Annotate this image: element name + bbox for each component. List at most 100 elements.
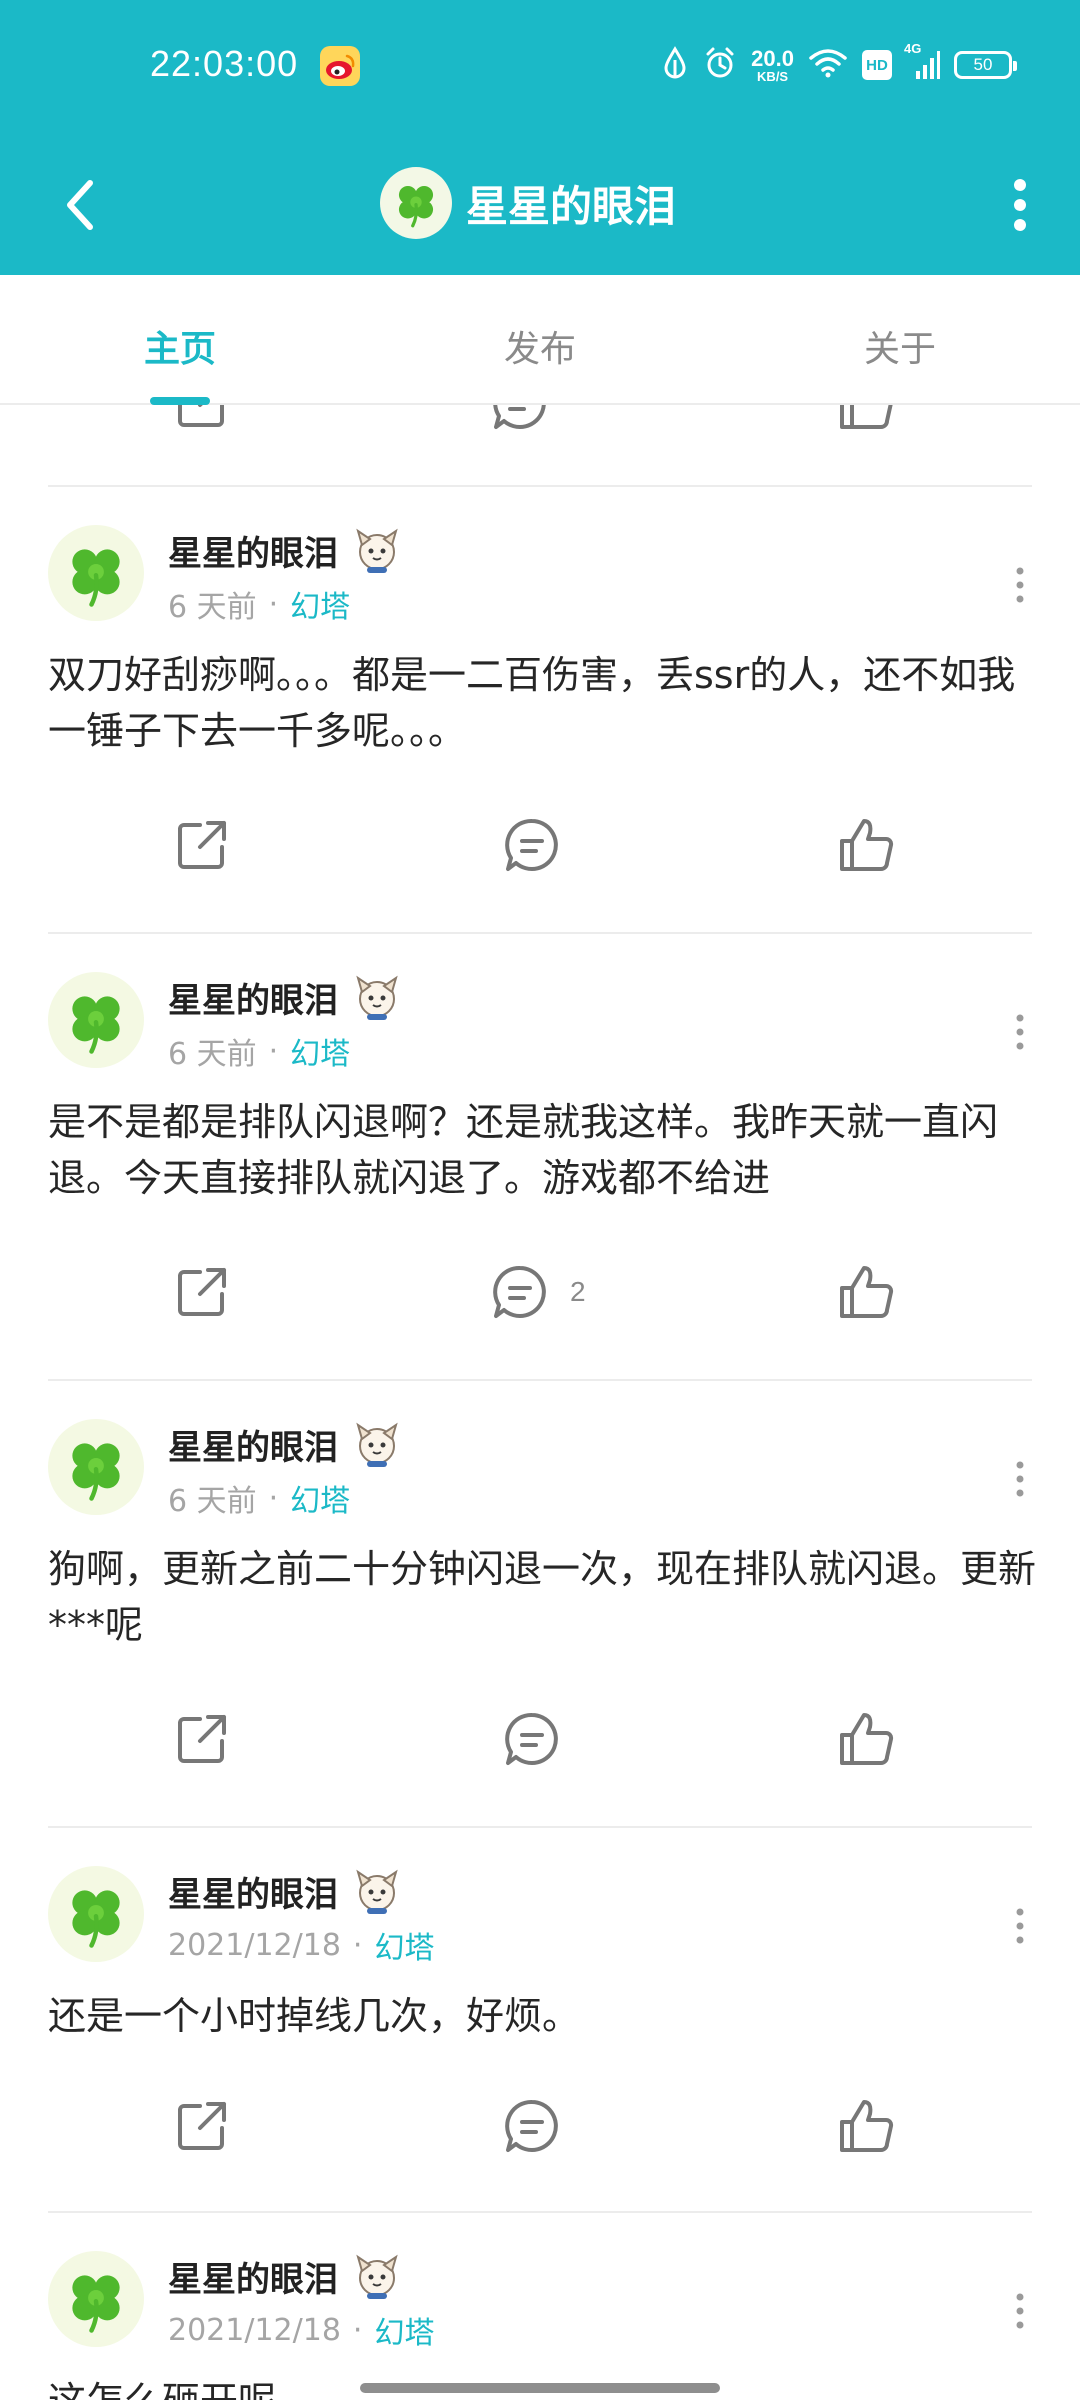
share-button[interactable]: [170, 1252, 234, 1332]
share-icon: [170, 405, 234, 435]
user-badge-icon: [350, 970, 404, 1024]
status-time: 22:03:00: [150, 43, 299, 84]
post-meta: 6 天前 · 幻塔: [168, 1029, 350, 1073]
more-vertical-icon: [1013, 1905, 1027, 1947]
previous-post-actions: [0, 405, 1080, 443]
share-button[interactable]: [170, 405, 234, 443]
game-tag[interactable]: 幻塔: [290, 582, 350, 626]
author-name[interactable]: 星星的眼泪: [168, 1420, 338, 1469]
post-more-button[interactable]: [1000, 1896, 1040, 1956]
like-button[interactable]: [834, 1699, 898, 1779]
post-meta: 2021/12/18 · 幻塔: [168, 1923, 434, 1967]
game-tag[interactable]: 幻塔: [290, 1476, 350, 1520]
game-tag[interactable]: 幻塔: [374, 1923, 434, 1967]
share-button[interactable]: [170, 1699, 234, 1779]
status-bar: 22:03:00 20.0 KB/S HD 4G 50: [0, 0, 1080, 135]
post-more-button[interactable]: [1000, 1449, 1040, 1509]
post-card[interactable]: 星星的眼泪 6 天前 · 幻塔 是不是都是排队闪退啊？还是就我这样。我昨天就一直…: [0, 934, 1080, 1379]
more-vertical-icon: [1013, 1458, 1027, 1500]
share-icon: [170, 1707, 234, 1771]
author-name[interactable]: 星星的眼泪: [168, 973, 338, 1022]
author-row: 星星的眼泪: [168, 972, 404, 1022]
comment-button[interactable]: [500, 2086, 582, 2166]
comment-button[interactable]: [500, 805, 582, 885]
data-saver-icon: [661, 46, 689, 84]
thumbs-up-icon: [834, 813, 898, 877]
author-avatar[interactable]: [48, 2251, 144, 2347]
post-text[interactable]: 是不是都是排队闪退啊？还是就我这样。我昨天就一直闪退。今天直接排队就闪退了。游戏…: [48, 1094, 1038, 1206]
post-actions: [0, 1699, 1080, 1779]
signal-label: 4G: [904, 41, 922, 56]
clover-icon: [60, 2263, 132, 2335]
wifi-icon: [808, 47, 848, 83]
title-avatar: [380, 167, 452, 239]
tab-publish[interactable]: 发布: [440, 320, 640, 372]
post-more-button[interactable]: [1000, 1002, 1040, 1062]
like-button[interactable]: [834, 2086, 898, 2166]
share-button[interactable]: [170, 805, 234, 885]
comment-button[interactable]: 2: [488, 1252, 586, 1332]
author-row: 星星的眼泪: [168, 525, 404, 575]
game-tag[interactable]: 幻塔: [374, 2308, 434, 2352]
meta-separator: ·: [352, 1927, 363, 1963]
title-bar: 星星的眼泪: [0, 135, 1080, 275]
author-row: 星星的眼泪: [168, 1419, 404, 1469]
post-more-button[interactable]: [1000, 2281, 1040, 2341]
home-indicator[interactable]: [360, 2383, 720, 2393]
more-options-button[interactable]: [980, 165, 1060, 245]
meta-separator: ·: [352, 2312, 363, 2348]
more-vertical-icon: [1013, 564, 1027, 606]
signal-icon: 4G: [904, 41, 940, 81]
comment-button[interactable]: [500, 1699, 582, 1779]
author-avatar[interactable]: [48, 972, 144, 1068]
clover-icon: [390, 177, 442, 229]
post-actions: [0, 2086, 1080, 2166]
post-actions: 2: [0, 1252, 1080, 1332]
post-time: 6 天前: [168, 1037, 257, 1072]
tab-home[interactable]: 主页: [80, 320, 280, 372]
post-text[interactable]: 还是一个小时掉线几次，好烦。: [48, 1988, 1038, 2044]
post-time: 2021/12/18: [168, 1927, 341, 1963]
like-button[interactable]: [834, 405, 898, 443]
like-button[interactable]: [834, 805, 898, 885]
post-text[interactable]: 双刀好刮痧啊。。。都是一二百伤害，丢ssr的人，还不如我一锤子下去一千多呢。。。: [48, 647, 1038, 759]
post-meta: 6 天前 · 幻塔: [168, 1476, 350, 1520]
share-icon: [170, 1260, 234, 1324]
page-title: 星星的眼泪: [466, 181, 677, 231]
author-avatar[interactable]: [48, 1419, 144, 1515]
author-name[interactable]: 星星的眼泪: [168, 2252, 338, 2301]
meta-separator: ·: [268, 1033, 279, 1069]
like-button[interactable]: [834, 1252, 898, 1332]
post-card[interactable]: 星星的眼泪 6 天前 · 幻塔 双刀好刮痧啊。。。都是一二百伤害，丢ssr的人，…: [0, 487, 1080, 932]
comment-button[interactable]: [488, 405, 552, 443]
author-avatar[interactable]: [48, 525, 144, 621]
user-badge-icon: [350, 2249, 404, 2303]
back-button[interactable]: [40, 165, 120, 245]
share-icon: [170, 2094, 234, 2158]
post-time: 6 天前: [168, 590, 257, 625]
post-meta: 6 天前 · 幻塔: [168, 582, 350, 626]
post-card[interactable]: 星星的眼泪 6 天前 · 幻塔 狗啊，更新之前二十分钟闪退一次，现在排队就闪退。…: [0, 1381, 1080, 1826]
comment-icon: [500, 1707, 564, 1771]
share-icon: [170, 813, 234, 877]
status-icons: 20.0 KB/S HD 4G 50: [661, 40, 1017, 90]
tab-about[interactable]: 关于: [800, 320, 1000, 372]
game-tag[interactable]: 幻塔: [290, 1029, 350, 1073]
post-card[interactable]: 星星的眼泪 2021/12/18 · 幻塔 还是一个小时掉线几次，好烦。: [0, 1828, 1080, 2211]
comment-icon: [500, 813, 564, 877]
post-more-button[interactable]: [1000, 555, 1040, 615]
thumbs-up-icon: [834, 2094, 898, 2158]
author-name[interactable]: 星星的眼泪: [168, 1867, 338, 1916]
post-card[interactable]: 星星的眼泪 2021/12/18 · 幻塔 这怎么砸开呢: [0, 2213, 1080, 2400]
clover-icon: [60, 1878, 132, 1950]
share-button[interactable]: [170, 2086, 234, 2166]
network-speed: 20.0 KB/S: [751, 47, 794, 83]
post-text[interactable]: 狗啊，更新之前二十分钟闪退一次，现在排队就闪退。更新***呢: [48, 1541, 1038, 1653]
author-name[interactable]: 星星的眼泪: [168, 526, 338, 575]
more-vertical-icon: [1013, 1011, 1027, 1053]
clover-icon: [60, 984, 132, 1056]
author-avatar[interactable]: [48, 1866, 144, 1962]
title-group: 星星的眼泪: [380, 153, 676, 253]
post-feed[interactable]: 星星的眼泪 6 天前 · 幻塔 双刀好刮痧啊。。。都是一二百伤害，丢ssr的人，…: [0, 405, 1080, 2400]
battery-indicator: 50: [954, 51, 1017, 79]
